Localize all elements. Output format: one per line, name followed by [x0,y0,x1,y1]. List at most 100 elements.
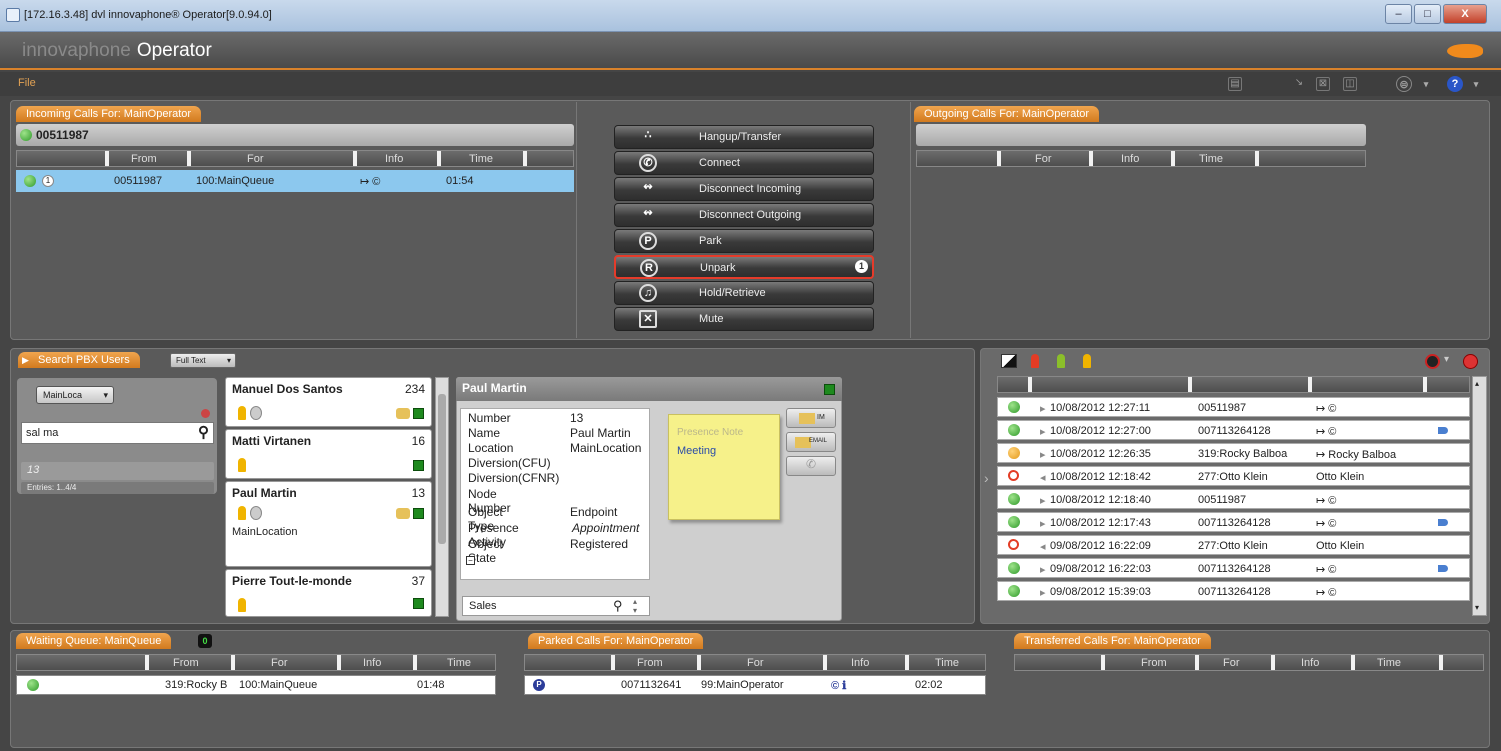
col-time[interactable]: Time [1377,657,1401,669]
export-icon[interactable]: ↘ [1292,77,1306,91]
email-button[interactable]: EMAIL [786,432,836,452]
col-time[interactable]: Time [447,657,471,669]
im-button[interactable]: IM [786,408,836,428]
direction-arrow-icon[interactable]: ▸ [1040,448,1046,461]
help-dropdown-icon[interactable]: ▾ [1468,76,1484,92]
log-menu-icon[interactable] [1425,354,1440,369]
col-time[interactable]: Time [469,153,493,165]
help-icon[interactable]: ? [1447,76,1463,92]
layout-icon[interactable]: ▤ [1228,77,1242,91]
log-row[interactable]: ▸ 10/08/2012 12:26:35 319:Rocky Balboa ↦ Ro… [997,443,1470,463]
col-for[interactable]: For [247,153,264,165]
col-time[interactable]: Time [935,657,959,669]
col-for[interactable]: For [1223,657,1240,669]
search-pbx-users-tab[interactable]: Search PBX Users [18,352,140,368]
col-info[interactable]: Info [1121,153,1139,165]
disconnect-outgoing-button[interactable]: ↭ Disconnect Outgoing [614,203,874,227]
person-incoming-icon[interactable] [1057,354,1065,368]
scroll-thumb[interactable] [438,394,446,544]
search-mode-select[interactable]: Full Text ▾ [170,353,236,368]
hold-retrieve-button[interactable]: ♫ Hold/Retrieve [614,281,874,305]
col-time[interactable]: Time [1199,153,1223,165]
col-from[interactable]: From [637,657,663,669]
col-from[interactable]: From [131,153,157,165]
col-info[interactable]: Info [1301,657,1319,669]
connect-button[interactable]: ✆ Connect [614,151,874,175]
log-row[interactable]: ▸ 10/08/2012 12:27:11 00511987 ↦ © [997,397,1470,417]
col-for[interactable]: For [271,657,288,669]
scroll-up-icon[interactable]: ▴ [1475,379,1479,388]
menu-file[interactable]: File [18,77,36,89]
log-row[interactable]: ▸ 10/08/2012 12:17:43 007113264128 ↦ © [997,512,1470,532]
window-icon[interactable]: ⊠ [1316,77,1330,91]
search-key-icon[interactable]: ⚲ [613,598,623,614]
unpark-button[interactable]: R Unpark 1 [614,255,874,279]
direction-arrow-icon[interactable]: ▸ [1040,494,1046,507]
parked-calls-tab[interactable]: Parked Calls For: MainOperator [528,633,704,649]
col-for[interactable]: For [747,657,764,669]
group-input[interactable]: Sales [469,600,497,612]
location-select[interactable]: MainLoca ▾ [36,386,114,404]
settings-dropdown-icon[interactable]: ▾ [1418,76,1434,92]
chevron-down-icon[interactable]: ▾ [1444,354,1449,365]
minimize-button[interactable]: – [1385,4,1412,24]
window-titlebar[interactable]: [172.16.3.48] dvl innovaphone® Operator[… [0,0,1501,32]
clear-log-icon[interactable] [1463,354,1478,369]
direction-arrow-icon[interactable]: ▸ [1040,517,1046,530]
park-button[interactable]: P Park [614,229,874,253]
mute-button[interactable]: ✕ Mute [614,307,874,331]
direction-arrow-icon[interactable]: ▸ [1040,586,1046,599]
direction-arrow-icon[interactable]: ▸ [1040,425,1046,438]
user-list-scrollbar[interactable] [435,377,449,617]
call-user-button[interactable]: ✆ [786,456,836,476]
expand-arrow-icon[interactable]: › [984,470,994,494]
transferred-calls-tab[interactable]: Transferred Calls For: MainOperator [1014,633,1211,649]
disconnect-incoming-button[interactable]: ↭ Disconnect Incoming [614,177,874,201]
person-missed-icon[interactable] [1031,354,1039,368]
presence-note[interactable]: Presence Note Meeting [668,414,780,520]
log-row[interactable]: ▸ 10/08/2012 12:27:00 007113264128 ↦ © [997,420,1470,440]
col-info[interactable]: Info [851,657,869,669]
outgoing-calls-tab[interactable]: Outgoing Calls For: MainOperator [914,106,1100,122]
user-card[interactable]: Paul Martin 13 MainLocation [225,481,432,567]
group-input-wrap[interactable]: Sales ⚲ ▴ ▾ [462,596,650,616]
user-card[interactable]: Matti Virtanen 16 [225,429,432,479]
incoming-call-row[interactable]: 1 00511987 100:MainQueue ↦ © 01:54 [16,170,574,192]
close-button[interactable]: X [1443,4,1487,24]
outgoing-filter-row[interactable] [916,124,1366,146]
direction-arrow-icon[interactable]: ◂ [1040,471,1046,484]
log-row[interactable]: ◂ 10/08/2012 12:18:42 277:Otto Klein Otto K… [997,466,1470,486]
tile-icon[interactable]: ◫ [1343,77,1357,91]
direction-arrow-icon[interactable]: ◂ [1040,540,1046,553]
direction-arrow-icon[interactable]: ▸ [1040,402,1046,415]
hangup-transfer-button[interactable]: ∴ Hangup/Transfer [614,125,874,149]
search-input[interactable]: sal ma [26,427,58,439]
log-row[interactable]: ▸ 09/08/2012 16:22:03 007113264128 ↦ © [997,558,1470,578]
col-for[interactable]: For [1035,153,1052,165]
col-from[interactable]: From [1141,657,1167,669]
person-outgoing-icon[interactable] [1083,354,1091,368]
col-info[interactable]: Info [363,657,381,669]
scroll-down-icon[interactable]: ▾ [1475,603,1479,612]
filter-all-icon[interactable] [1001,354,1017,368]
direction-arrow-icon[interactable]: ▸ [1040,563,1046,576]
clear-icon[interactable] [201,409,210,418]
spinner-icon[interactable]: ▴ ▾ [633,597,637,615]
maximize-button[interactable]: □ [1414,4,1441,24]
log-row[interactable]: ▸ 09/08/2012 15:39:03 007113264128 ↦ © [997,581,1470,601]
log-row[interactable]: ▸ 10/08/2012 12:18:40 00511987 ↦ © [997,489,1470,509]
collapse-icon[interactable]: − [466,556,475,565]
incoming-calls-tab[interactable]: Incoming Calls For: MainOperator [16,106,202,122]
search-input-wrap[interactable]: sal ma ⚲ [21,422,214,444]
log-row[interactable]: ◂ 09/08/2012 16:22:09 277:Otto Klein Otto K… [997,535,1470,555]
col-from[interactable]: From [173,657,199,669]
search-key-icon[interactable]: ⚲ [198,423,209,441]
waiting-call-row[interactable]: 319:Rocky B 100:MainQueue 01:48 [16,675,496,695]
log-scrollbar[interactable]: ▴ ▾ [1472,376,1487,616]
incoming-filter-row[interactable]: 00511987 [16,124,574,146]
user-card[interactable]: Manuel Dos Santos 234 [225,377,432,427]
col-info[interactable]: Info [385,153,403,165]
settings-icon[interactable]: ⊜ [1396,76,1412,92]
waiting-queue-tab[interactable]: Waiting Queue: MainQueue [16,633,172,649]
user-card[interactable]: Pierre Tout-le-monde 37 [225,569,432,617]
